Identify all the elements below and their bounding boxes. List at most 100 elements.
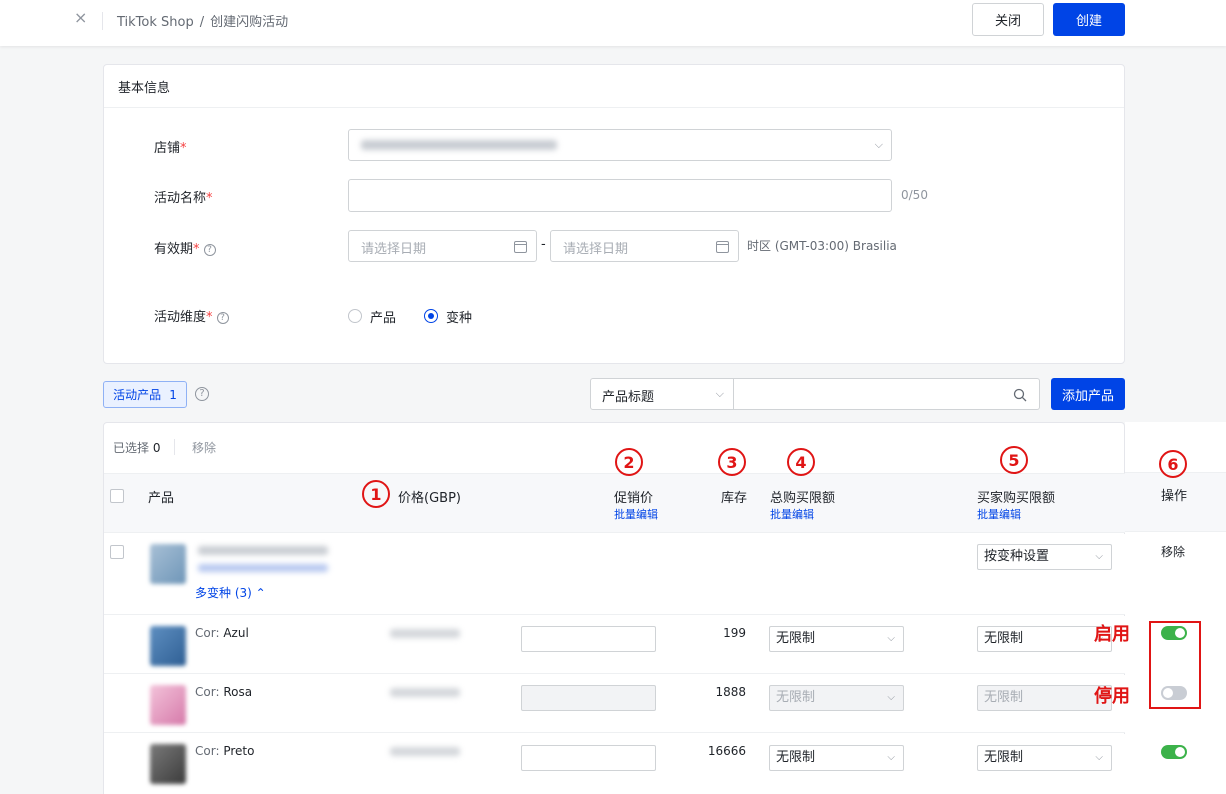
total-limit-select[interactable]: 无限制 ⌵ — [769, 626, 904, 652]
timezone-text: 时区 (GMT-03:00) Brasilia — [747, 239, 897, 253]
promo-price-input[interactable] — [521, 685, 656, 711]
period-label: 有效期*? — [154, 238, 216, 257]
divider — [104, 107, 1124, 108]
variant-attr: Cor: Rosa — [195, 685, 252, 699]
stock-value: 199 — [723, 626, 746, 640]
annotation-disabled-text: 停用 — [1094, 686, 1130, 707]
radio-variant[interactable] — [424, 309, 438, 323]
add-product-button[interactable]: 添加产品 — [1051, 378, 1125, 410]
buyer-limit-select[interactable]: 无限制 ⌵ — [977, 745, 1112, 771]
search-input[interactable] — [734, 378, 1040, 410]
store-select[interactable]: ⌵ — [348, 129, 892, 161]
basic-info-title: 基本信息 — [118, 81, 171, 96]
col-stock: 库存 — [721, 491, 748, 506]
name-char-counter: 0/50 — [901, 188, 928, 202]
variants-toggle-link[interactable]: 多变种 (3) ⌃ — [195, 584, 266, 601]
breadcrumb-separator: / — [199, 15, 205, 30]
dimension-label: 活动维度*? — [154, 306, 229, 325]
store-label-text: 店铺 — [154, 141, 181, 156]
total-limit-select[interactable]: 无限制 ⌵ — [769, 745, 904, 771]
breadcrumb-root[interactable]: TikTok Shop — [117, 15, 194, 30]
remove-product-button[interactable]: 移除 — [1161, 543, 1185, 560]
variant-row: Cor: Azul 199 无限制 ⌵ 无限制 ⌵ — [104, 616, 1126, 674]
name-label: 活动名称* — [154, 187, 213, 206]
annotation-marker-3: 3 — [718, 448, 746, 476]
store-value-redacted — [361, 140, 557, 150]
breadcrumb-current: 创建闪购活动 — [210, 15, 289, 30]
basic-info-card: 基本信息 店铺* ⌵ 活动名称* 0/50 有效期*? 请选择日期 - 请选择日… — [103, 64, 1125, 364]
buyer-limit-value: 按变种设置 — [984, 549, 1050, 564]
buyer-limit-select[interactable]: 无限制 ⌵ — [977, 626, 1112, 652]
dimension-label-text: 活动维度 — [154, 310, 207, 325]
variant-attr-value: Preto — [223, 744, 255, 758]
help-icon[interactable]: ? — [195, 387, 209, 401]
annotation-marker-5: 5 — [1000, 446, 1028, 474]
total-limit-select[interactable]: 无限制 ⌵ — [769, 685, 904, 711]
buyer-limit-value: 无限制 — [984, 690, 1024, 705]
required-mark: * — [206, 191, 213, 206]
help-icon[interactable]: ? — [203, 244, 216, 256]
product-id-redacted — [198, 564, 328, 572]
calendar-icon — [514, 241, 527, 253]
price-redacted — [390, 629, 460, 638]
buyer-limit-select[interactable]: 无限制 — [977, 685, 1112, 711]
variant-attr-key: Cor: — [195, 626, 220, 640]
price-redacted — [390, 688, 460, 697]
radio-product-label[interactable]: 产品 — [370, 307, 396, 326]
stock-value: 16666 — [707, 744, 746, 758]
promo-batch-edit-link[interactable]: 批量编辑 — [614, 506, 658, 522]
variants-toggle-label: 多变种 (3) — [195, 586, 252, 600]
chevron-down-icon: ⌵ — [874, 138, 883, 151]
create-button[interactable]: 创建 — [1053, 3, 1125, 36]
select-all-checkbox[interactable] — [110, 489, 124, 503]
close-icon[interactable]: × — [74, 8, 87, 27]
col-total-limit: 总购买限额 — [770, 491, 836, 506]
required-mark: * — [180, 141, 187, 156]
stock-value: 1888 — [715, 685, 746, 699]
promo-price-input[interactable] — [521, 626, 656, 652]
annotation-marker-4: 4 — [787, 448, 815, 476]
buyer-limit-batch-edit-link[interactable]: 批量编辑 — [977, 506, 1021, 522]
row-checkbox[interactable] — [110, 545, 124, 559]
search-field-value: 产品标题 — [602, 390, 655, 405]
bulk-remove-button[interactable]: 移除 — [192, 439, 216, 456]
chevron-down-icon: ⌵ — [1095, 752, 1103, 763]
divider — [174, 439, 175, 455]
variant-enable-toggle[interactable] — [1161, 745, 1187, 759]
variant-thumbnail — [150, 744, 186, 784]
variant-attr: Cor: Preto — [195, 744, 254, 758]
period-label-text: 有效期 — [154, 242, 194, 257]
total-limit-value: 无限制 — [776, 690, 816, 705]
promo-price-input[interactable] — [521, 745, 656, 771]
variant-row: Cor: Rosa 1888 无限制 ⌵ 无限制 — [104, 675, 1126, 733]
date-range-dash: - — [541, 237, 546, 252]
close-button[interactable]: 关闭 — [972, 3, 1044, 36]
radio-variant-label[interactable]: 变种 — [446, 307, 472, 326]
buyer-limit-select[interactable]: 按变种设置 ⌵ — [977, 544, 1112, 570]
variant-row: Cor: Preto 16666 无限制 ⌵ 无限制 ⌵ — [104, 734, 1126, 794]
search-field-select[interactable]: 产品标题 ⌵ — [590, 378, 734, 410]
total-limit-value: 无限制 — [776, 750, 816, 765]
top-bar: × TikTok Shop / 创建闪购活动 关闭 创建 — [0, 0, 1226, 46]
activity-name-input[interactable] — [348, 179, 892, 212]
chevron-up-icon: ⌃ — [255, 586, 266, 600]
name-label-text: 活动名称 — [154, 191, 207, 206]
help-icon[interactable]: ? — [216, 312, 229, 324]
total-limit-batch-edit-link[interactable]: 批量编辑 — [770, 506, 814, 522]
col-promo-price: 促销价 — [614, 491, 654, 506]
buyer-limit-value: 无限制 — [984, 631, 1024, 646]
start-date-picker[interactable]: 请选择日期 — [348, 230, 537, 262]
variant-attr-value: Rosa — [223, 685, 253, 699]
table-header: 产品 价格(GBP) 促销价 批量编辑 库存 总购买限额 批量编辑 买家购买限额… — [104, 473, 1126, 533]
chevron-down-icon: ⌵ — [887, 752, 895, 763]
col-buyer-limit: 买家购买限额 — [977, 491, 1056, 506]
search-icon[interactable] — [1013, 388, 1027, 402]
breadcrumb: TikTok Shop / 创建闪购活动 — [117, 11, 288, 30]
radio-product[interactable] — [348, 309, 362, 323]
annotation-marker-2: 2 — [615, 448, 643, 476]
tab-active-products[interactable]: 活动产品 1 — [103, 381, 187, 408]
tab-active-products-count: 1 — [169, 387, 177, 402]
start-date-placeholder: 请选择日期 — [361, 242, 427, 257]
end-date-picker[interactable]: 请选择日期 — [550, 230, 739, 262]
end-date-placeholder: 请选择日期 — [563, 242, 629, 257]
